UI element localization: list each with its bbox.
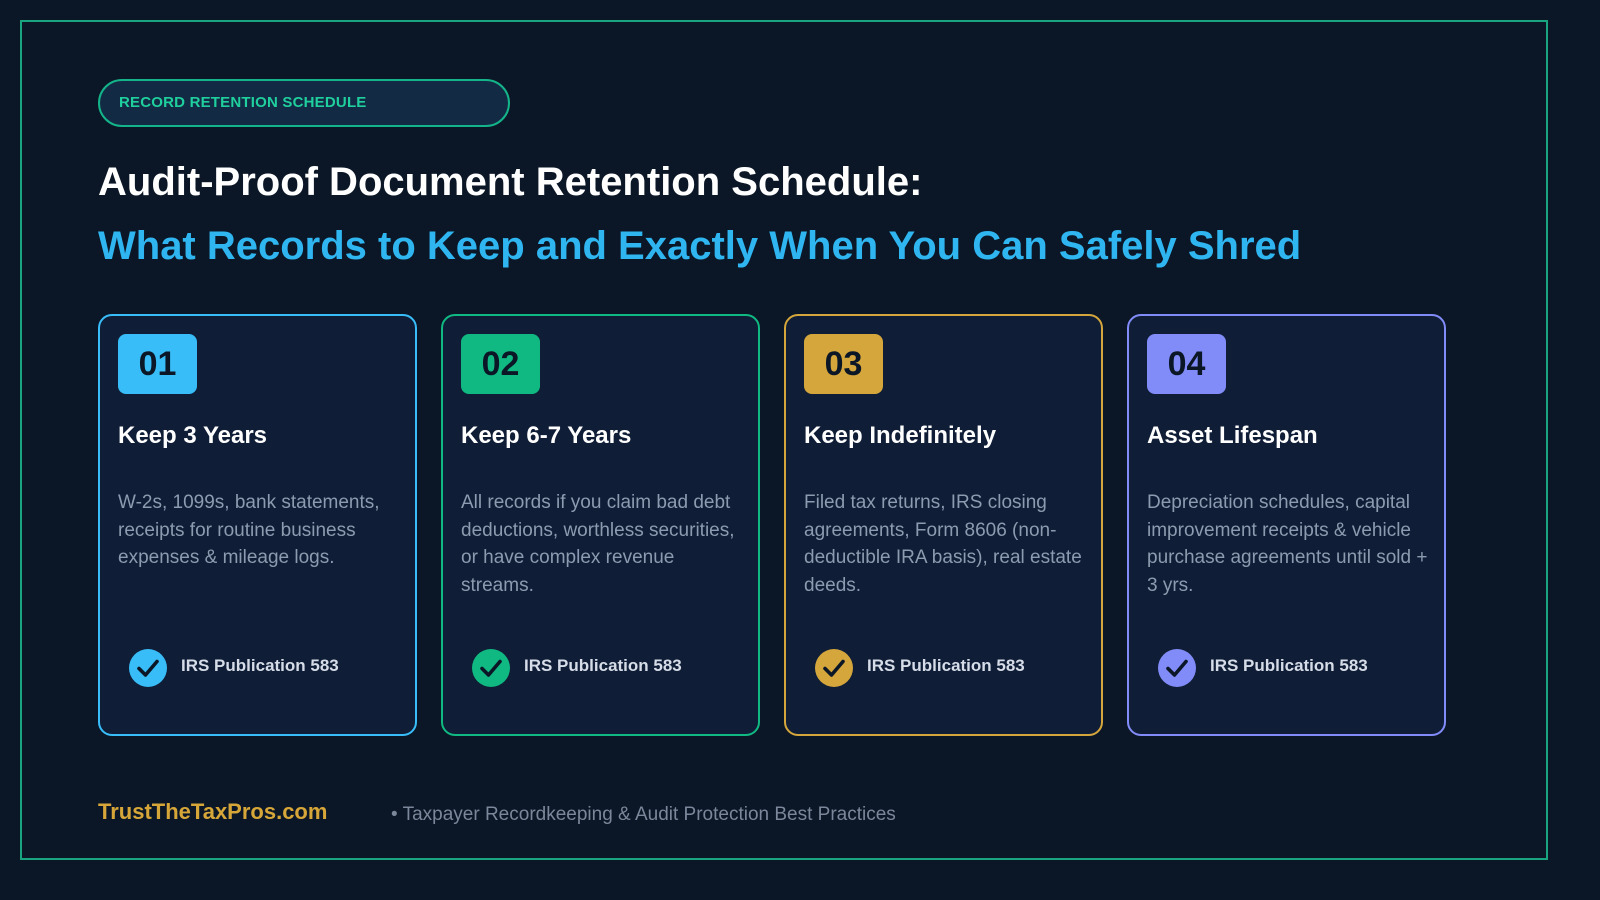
page-title: Audit-Proof Document Retention Schedule: [98, 160, 923, 204]
checkmark-circle-icon [129, 649, 167, 687]
footer-tagline: • Taxpayer Recordkeeping & Audit Protect… [391, 804, 896, 825]
checkmark-circle-icon [472, 649, 510, 687]
card-description: Depreciation schedules, capital improvem… [1147, 492, 1428, 596]
card-source: IRS Publication 583 [181, 656, 339, 675]
retention-card-3: 03 Keep Indefinitely Filed tax returns, … [784, 314, 1103, 736]
retention-card-1: 01 Keep 3 Years W-2s, 1099s, bank statem… [98, 314, 417, 736]
card-title: Keep 3 Years [118, 422, 268, 449]
card-source: IRS Publication 583 [1210, 656, 1368, 675]
checkmark-circle-icon [815, 649, 853, 687]
card-source: IRS Publication 583 [867, 656, 1025, 675]
card-number-badge: 04 [1147, 334, 1226, 394]
card-number-badge: 03 [804, 334, 883, 394]
card-title: Keep 6-7 Years [461, 422, 632, 449]
card-description: W-2s, 1099s, bank statements, receipts f… [118, 492, 380, 568]
page-subtitle: What Records to Keep and Exactly When Yo… [98, 224, 1302, 268]
card-source: IRS Publication 583 [524, 656, 682, 675]
card-description: All records if you claim bad debt deduct… [461, 492, 735, 596]
card-title: Keep Indefinitely [804, 422, 997, 449]
retention-card-2: 02 Keep 6-7 Years All records if you cla… [441, 314, 760, 736]
brand-name: TrustTheTaxPros.com [98, 799, 328, 824]
card-title: Asset Lifespan [1147, 422, 1318, 449]
retention-card-4: 04 Asset Lifespan Depreciation schedules… [1127, 314, 1446, 736]
checkmark-circle-icon [1158, 649, 1196, 687]
section-pill: RECORD RETENTION SCHEDULE [98, 79, 510, 127]
card-description: Filed tax returns, IRS closing agreement… [804, 492, 1082, 596]
card-number-badge: 01 [118, 334, 197, 394]
card-number-badge: 02 [461, 334, 540, 394]
